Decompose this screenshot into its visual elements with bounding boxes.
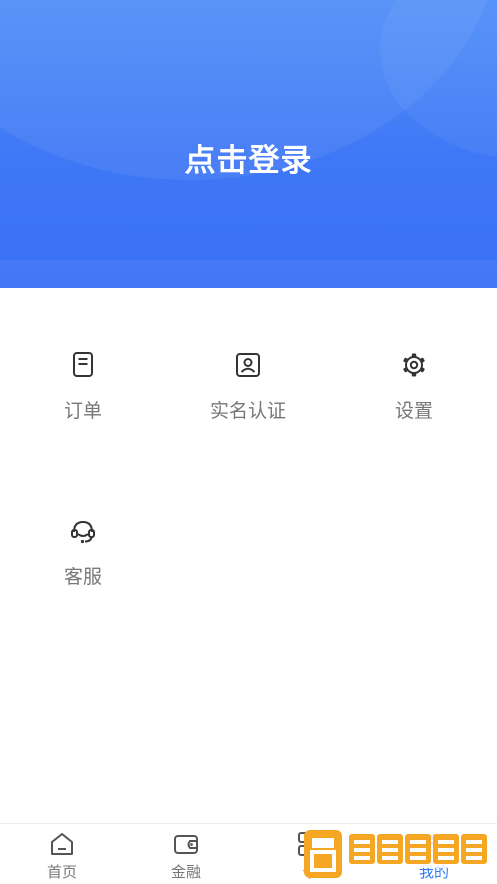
menu-item-order[interactable]: 订单 <box>23 350 143 423</box>
menu-item-customer-service[interactable]: 客服 <box>23 516 143 589</box>
tab-home[interactable]: 首页 <box>17 824 107 884</box>
menu-item-label: 实名认证 <box>209 400 286 422</box>
login-button[interactable]: 点击登录 <box>0 135 497 180</box>
profile-header: 点击登录 <box>0 0 497 288</box>
menu-item-settings[interactable]: 设置 <box>354 350 474 423</box>
headset-icon <box>71 520 95 544</box>
menu-item-label: 设置 <box>394 400 433 422</box>
order-icon <box>73 352 93 377</box>
wallet-icon <box>174 835 198 854</box>
menu-item-label: 订单 <box>63 400 102 422</box>
tab-label: 金融 <box>170 863 201 881</box>
tab-label: 首页 <box>46 863 77 881</box>
gear-icon <box>403 353 425 377</box>
watermark-logo <box>304 830 496 878</box>
tab-finance[interactable]: 金融 <box>141 824 231 884</box>
menu-item-label: 客服 <box>63 566 102 588</box>
home-icon <box>51 833 73 855</box>
id-card-icon <box>236 353 260 377</box>
menu-item-real-name-auth[interactable]: 实名认证 <box>188 350 308 423</box>
header-decoration-band <box>0 260 497 288</box>
